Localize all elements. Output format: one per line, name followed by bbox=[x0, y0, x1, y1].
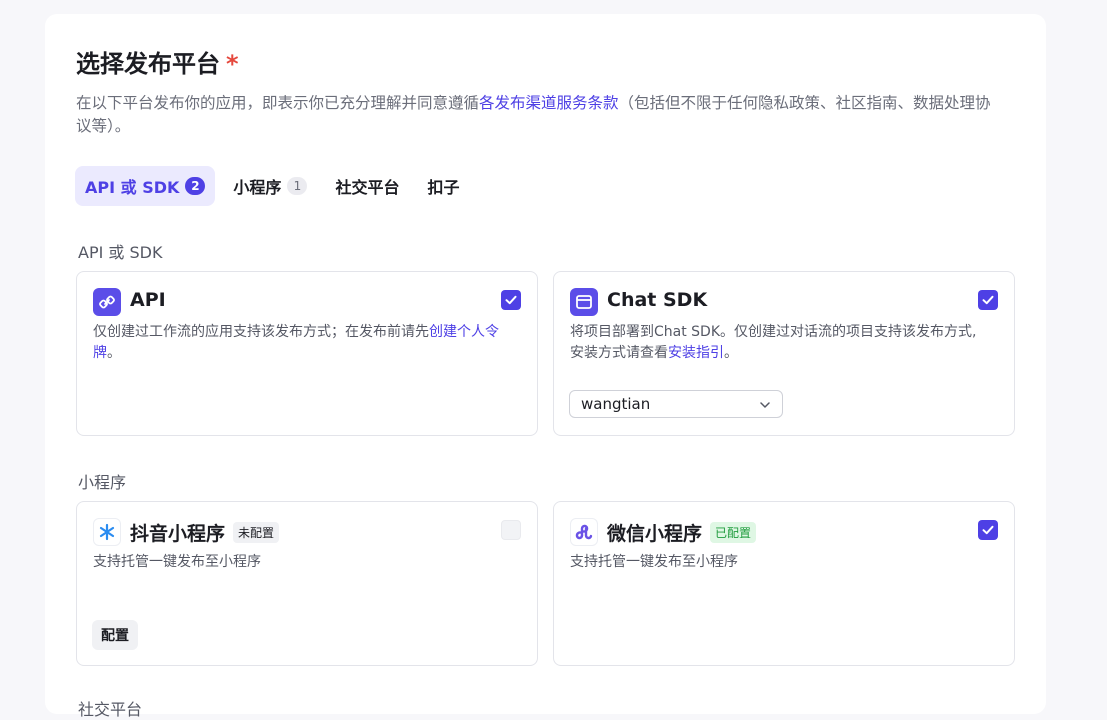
wechat-checkbox[interactable] bbox=[978, 520, 998, 540]
chevron-down-icon bbox=[760, 402, 770, 408]
check-icon bbox=[982, 525, 994, 535]
tab-label: 社交平台 bbox=[335, 178, 400, 197]
card-description: 支持托管一键发布至小程序 bbox=[93, 554, 261, 570]
status-badge: 未配置 bbox=[233, 522, 280, 543]
terms-link[interactable]: 各发布渠道服务条款 bbox=[479, 94, 619, 112]
required-mark: * bbox=[226, 50, 239, 78]
card-description: 将项目部署到Chat SDK。仅创建过对话流的项目支持该发布方式,安装方式请查看… bbox=[570, 324, 977, 361]
api-checkbox[interactable] bbox=[501, 290, 521, 310]
platform-tabs: API 或 SDK 2 小程序 1 社交平台 扣子 bbox=[75, 166, 469, 206]
browser-window-icon bbox=[570, 288, 598, 316]
card-description: 仅创建过工作流的应用支持该发布方式；在发布前请先创建个人令牌。 bbox=[93, 324, 499, 361]
desc-prefix: 在以下平台发布你的应用，即表示你已充分理解并同意遵循 bbox=[76, 94, 480, 112]
tab-label: 扣子 bbox=[427, 178, 460, 197]
tab-mini-program[interactable]: 小程序 1 bbox=[223, 166, 317, 206]
card-title: API bbox=[130, 289, 166, 311]
install-guide-link[interactable]: 安装指引 bbox=[668, 345, 724, 361]
tab-coze[interactable]: 扣子 bbox=[417, 166, 469, 206]
chat-sdk-card[interactable]: Chat SDK 将项目部署到Chat SDK。仅创建过对话流的项目支持该发布方… bbox=[553, 271, 1015, 436]
check-icon bbox=[982, 295, 994, 305]
wechat-miniprogram-icon bbox=[570, 518, 598, 546]
tab-social[interactable]: 社交平台 bbox=[325, 166, 409, 206]
section-label-mini-program: 小程序 bbox=[78, 473, 127, 492]
chat-sdk-checkbox[interactable] bbox=[978, 290, 998, 310]
tab-label: 小程序 bbox=[233, 178, 282, 197]
select-value: wangtian bbox=[581, 395, 651, 413]
configure-button[interactable]: 配置 bbox=[92, 620, 138, 650]
card-title: 抖音小程序 未配置 bbox=[130, 519, 280, 546]
page-title-text: 选择发布平台 bbox=[76, 50, 220, 78]
workspace-select[interactable]: wangtian bbox=[569, 390, 783, 418]
page-description: 在以下平台发布你的应用，即表示你已充分理解并同意遵循各发布渠道服务条款（包括但不… bbox=[76, 92, 996, 138]
card-description: 支持托管一键发布至小程序 bbox=[570, 554, 738, 570]
tab-count-badge: 1 bbox=[287, 177, 308, 195]
card-title: 微信小程序 已配置 bbox=[607, 519, 757, 546]
section-label-social: 社交平台 bbox=[78, 700, 143, 719]
card-title: Chat SDK bbox=[607, 289, 708, 311]
tab-label: API 或 SDK bbox=[85, 178, 180, 197]
tab-count-badge: 2 bbox=[185, 177, 206, 195]
douyin-logo-icon bbox=[93, 518, 121, 546]
page-title: 选择发布平台 * bbox=[76, 44, 239, 79]
douyin-checkbox[interactable] bbox=[501, 520, 521, 540]
api-card[interactable]: API 仅创建过工作流的应用支持该发布方式；在发布前请先创建个人令牌。 bbox=[76, 271, 538, 436]
tab-api-sdk[interactable]: API 或 SDK 2 bbox=[75, 166, 216, 206]
status-badge: 已配置 bbox=[710, 522, 757, 543]
section-label-api-sdk: API 或 SDK bbox=[78, 243, 163, 262]
link-icon bbox=[93, 288, 121, 316]
douyin-card[interactable]: 抖音小程序 未配置 支持托管一键发布至小程序 配置 bbox=[76, 501, 538, 666]
check-icon bbox=[505, 295, 517, 305]
wechat-card[interactable]: 微信小程序 已配置 支持托管一键发布至小程序 bbox=[553, 501, 1015, 666]
